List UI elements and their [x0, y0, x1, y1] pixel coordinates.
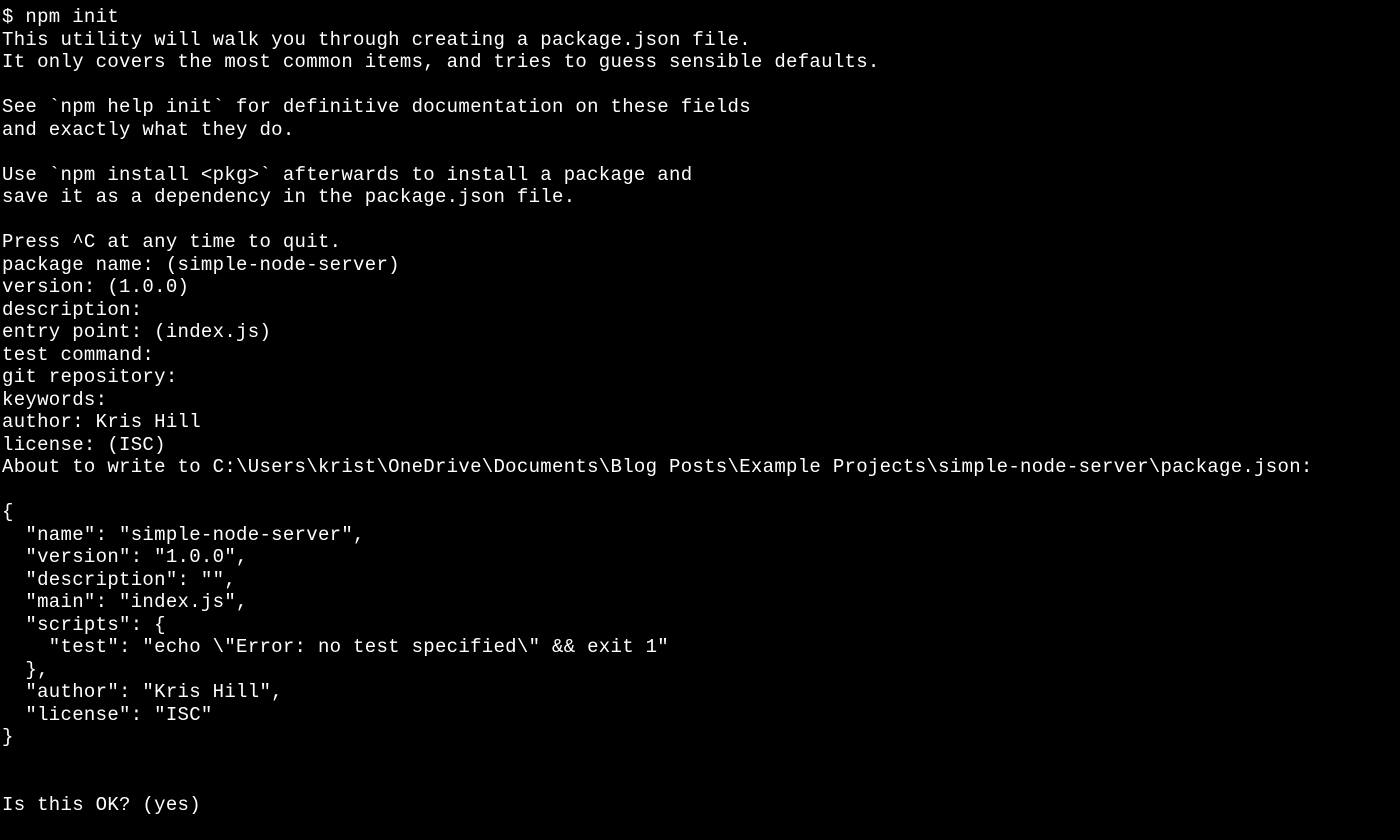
json-line: "main": "index.js", — [2, 591, 1400, 614]
prompt-author: author: Kris Hill — [2, 411, 1400, 434]
prompt-license: license: (ISC) — [2, 434, 1400, 457]
intro-line: Press ^C at any time to quit. — [2, 231, 1400, 254]
prompt-description: description: — [2, 299, 1400, 322]
json-line: "name": "simple-node-server", — [2, 524, 1400, 547]
prompt-symbol: $ — [2, 6, 25, 28]
prompt-version: version: (1.0.0) — [2, 276, 1400, 299]
prompt-entry-point: entry point: (index.js) — [2, 321, 1400, 344]
about-to-write-line: About to write to C:\Users\krist\OneDriv… — [2, 456, 1400, 479]
terminal-output[interactable]: $ npm initThis utility will walk you thr… — [0, 0, 1400, 816]
intro-line — [2, 141, 1400, 164]
confirm-prompt: Is this OK? (yes) — [2, 794, 1400, 817]
prompt-git-repository: git repository: — [2, 366, 1400, 389]
json-line: "test": "echo \"Error: no test specified… — [2, 636, 1400, 659]
json-line: "license": "ISC" — [2, 704, 1400, 727]
json-line: "author": "Kris Hill", — [2, 681, 1400, 704]
prompt-test-command: test command: — [2, 344, 1400, 367]
json-line — [2, 749, 1400, 772]
prompt-keywords: keywords: — [2, 389, 1400, 412]
intro-line: and exactly what they do. — [2, 119, 1400, 142]
prompt-package-name: package name: (simple-node-server) — [2, 254, 1400, 277]
intro-line: See `npm help init` for definitive docum… — [2, 96, 1400, 119]
intro-line — [2, 74, 1400, 97]
json-line: { — [2, 501, 1400, 524]
intro-line: It only covers the most common items, an… — [2, 51, 1400, 74]
intro-line: This utility will walk you through creat… — [2, 29, 1400, 52]
intro-line — [2, 209, 1400, 232]
intro-line: Use `npm install <pkg>` afterwards to in… — [2, 164, 1400, 187]
command-text: npm init — [25, 6, 119, 28]
json-line: }, — [2, 659, 1400, 682]
json-line — [2, 479, 1400, 502]
json-line: } — [2, 726, 1400, 749]
json-line: "scripts": { — [2, 614, 1400, 637]
intro-line: save it as a dependency in the package.j… — [2, 186, 1400, 209]
json-line — [2, 771, 1400, 794]
json-line: "description": "", — [2, 569, 1400, 592]
json-line: "version": "1.0.0", — [2, 546, 1400, 569]
